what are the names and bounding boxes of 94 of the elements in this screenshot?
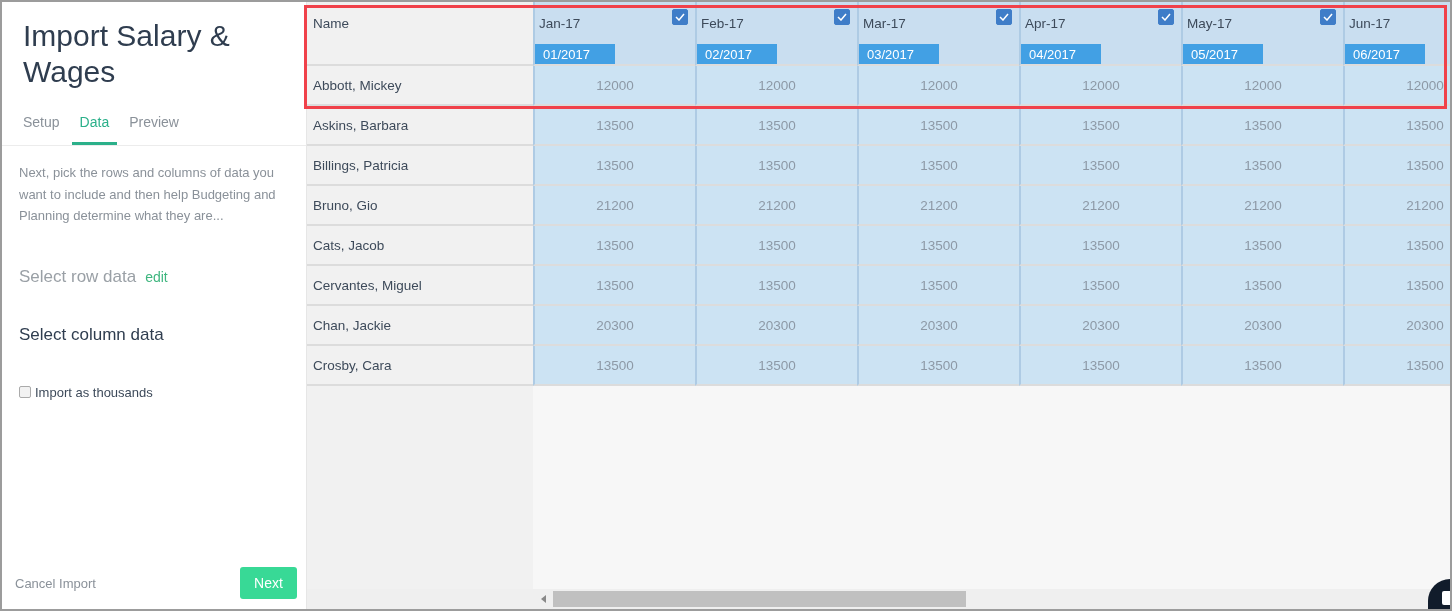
table-cell: 13500	[1343, 226, 1450, 266]
table-cell: 13500	[695, 146, 857, 186]
table-cell: 12000	[533, 66, 695, 106]
table-cell: 13500	[1181, 226, 1343, 266]
table-cell: 13500	[1019, 226, 1181, 266]
table-cell: Askins, Barbara	[307, 106, 533, 146]
checkbox[interactable]	[19, 386, 31, 398]
column-header[interactable]: Feb-17 02/2017	[695, 2, 857, 66]
table-cell: 20300	[695, 306, 857, 346]
checkbox[interactable]	[996, 9, 1012, 25]
table-cell: 20300	[1343, 306, 1450, 346]
table-cell: 13500	[857, 146, 1019, 186]
table-cell: 13500	[1019, 106, 1181, 146]
table-cell: 12000	[1343, 66, 1450, 106]
table-cell: 13500	[695, 266, 857, 306]
table-cell: 13500	[1343, 146, 1450, 186]
table-cell: 12000	[1019, 66, 1181, 106]
table-cell: Chan, Jackie	[307, 306, 533, 346]
table-cell: 13500	[857, 226, 1019, 266]
column-header[interactable]: Mar-17 03/2017	[857, 2, 1019, 66]
table-cell: Cervantes, Miguel	[307, 266, 533, 306]
table-cell: 13500	[1343, 106, 1450, 146]
column-label: May-17	[1187, 16, 1232, 31]
checkbox[interactable]	[1320, 9, 1336, 25]
table-cell: 13500	[533, 346, 695, 386]
column-header[interactable]: Jun-17 06/2017	[1343, 2, 1450, 66]
table-cell: 13500	[857, 346, 1019, 386]
check-icon	[837, 13, 847, 21]
table-cell: 20300	[533, 306, 695, 346]
table-cell: Bruno, Gio	[307, 186, 533, 226]
column-header[interactable]: May-17 05/2017	[1181, 2, 1343, 66]
table-cell: Crosby, Cara	[307, 346, 533, 386]
table-cell: 13500	[1343, 266, 1450, 306]
period-tag: 02/2017	[697, 44, 777, 64]
table-cell: 12000	[1181, 66, 1343, 106]
period-tag: 06/2017	[1345, 44, 1425, 64]
table-cell: 21200	[857, 186, 1019, 226]
table-cell: 13500	[1181, 146, 1343, 186]
column-header[interactable]: Apr-17 04/2017	[1019, 2, 1181, 66]
table-cell: 13500	[857, 266, 1019, 306]
column-header: Name	[307, 2, 533, 66]
column-label: Mar-17	[863, 16, 906, 31]
checkbox[interactable]	[834, 9, 850, 25]
table-cell: 13500	[1343, 346, 1450, 386]
table-cell: 21200	[533, 186, 695, 226]
table-cell: 20300	[1019, 306, 1181, 346]
table-cell: 13500	[1019, 146, 1181, 186]
period-tag: 01/2017	[535, 44, 615, 64]
checkbox-label: Import as thousands	[35, 384, 153, 400]
table-cell: 13500	[695, 106, 857, 146]
table-cell: 13500	[695, 226, 857, 266]
table-cell: 12000	[695, 66, 857, 106]
cancel-button[interactable]: Cancel Import	[15, 575, 96, 591]
table-cell: 12000	[857, 66, 1019, 106]
table-cell: 20300	[1181, 306, 1343, 346]
period-tag: 05/2017	[1183, 44, 1263, 64]
table-cell: 13500	[695, 346, 857, 386]
check-icon	[1161, 13, 1171, 21]
table-cell: Cats, Jacob	[307, 226, 533, 266]
table-cell: 13500	[1181, 346, 1343, 386]
table-cell: Billings, Patricia	[307, 146, 533, 186]
dialog-title: Import Salary & Wages	[23, 18, 231, 90]
column-label: Jan-17	[539, 16, 581, 31]
table-cell: 13500	[533, 266, 695, 306]
period-tag: 04/2017	[1021, 44, 1101, 64]
check-icon	[1323, 13, 1333, 21]
check-icon	[999, 13, 1009, 21]
checkbox[interactable]	[672, 9, 688, 25]
table-cell: 21200	[1181, 186, 1343, 226]
instructions-text: Next, pick the rows and columns of data you want to include and then help Budgeting and Planning determine what they are...	[19, 164, 277, 225]
table-cell: 13500	[1019, 266, 1181, 306]
table-cell: 13500	[533, 106, 695, 146]
table-cell: 21200	[1343, 186, 1450, 226]
scrollbar-thumb[interactable]	[553, 591, 966, 607]
table-cell: 21200	[1019, 186, 1181, 226]
table-cell: Abbott, Mickey	[307, 66, 533, 106]
checkbox[interactable]	[1158, 9, 1174, 25]
table-cell: 13500	[857, 106, 1019, 146]
step-label: Select row data	[19, 266, 137, 287]
table-cell: 13500	[1019, 346, 1181, 386]
column-label: Apr-17	[1025, 16, 1066, 31]
table-cell: 13500	[1181, 266, 1343, 306]
table-cell: 13500	[533, 146, 695, 186]
table-cell: 13500	[1181, 106, 1343, 146]
table-cell: 20300	[857, 306, 1019, 346]
table-cell: 13500	[533, 226, 695, 266]
column-header[interactable]: Jan-17 01/2017	[533, 2, 695, 66]
period-tag: 03/2017	[859, 44, 939, 64]
column-label: Feb-17	[701, 16, 744, 31]
table-cell: 21200	[695, 186, 857, 226]
check-icon	[675, 13, 685, 21]
tab[interactable]: Setup	[15, 108, 68, 145]
step-label: Select column data	[19, 324, 165, 345]
column-label: Jun-17	[1349, 16, 1391, 31]
